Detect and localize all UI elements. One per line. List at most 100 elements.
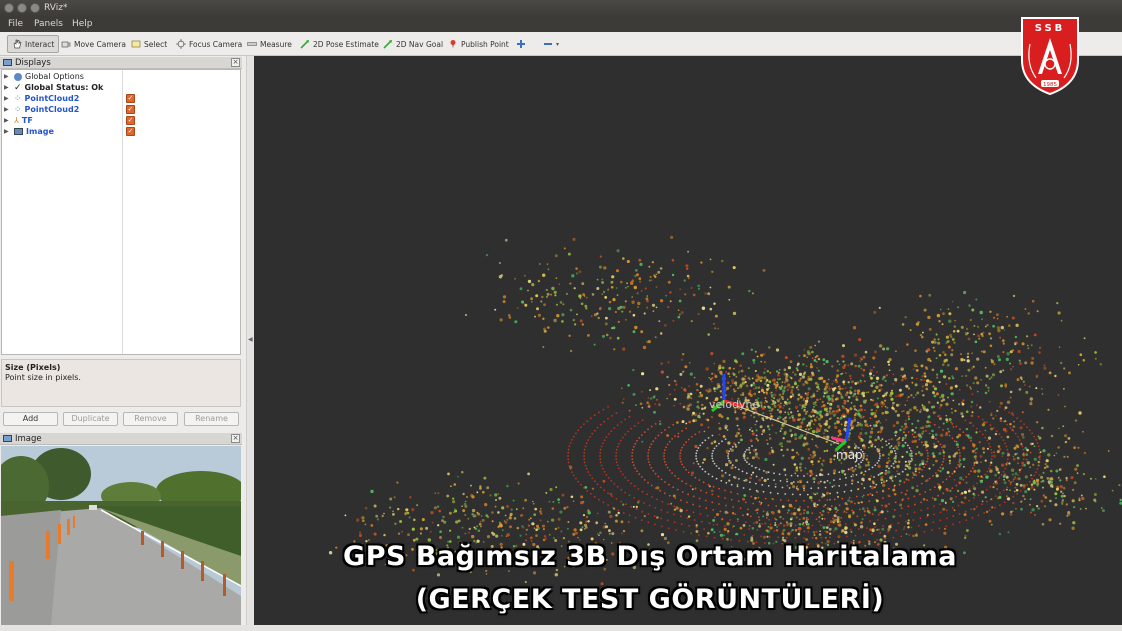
cloud-point — [778, 398, 781, 400]
image-close-button[interactable]: × — [231, 434, 240, 443]
displays-close-button[interactable]: × — [231, 58, 240, 67]
tree-item-pointcloud2-2[interactable]: ▶ ⁘ PointCloud2 — [4, 104, 79, 115]
expand-arrow-icon[interactable]: ▶ — [4, 128, 11, 135]
cloud-point — [575, 531, 578, 535]
cloud-point — [954, 319, 956, 322]
duplicate-display-button[interactable]: Duplicate — [63, 412, 118, 426]
add-display-button[interactable]: Add — [3, 412, 58, 426]
cloud-point — [909, 408, 912, 412]
lidar-ring-point — [762, 510, 765, 513]
cloud-point — [653, 410, 656, 414]
remove-tool-button[interactable]: ▾ — [541, 35, 561, 53]
lidar-ring-point — [920, 408, 922, 411]
cloud-point — [1037, 435, 1040, 438]
tree-item-global-status[interactable]: ▶ ✓ Global Status: Ok — [4, 82, 103, 93]
cloud-point — [480, 515, 483, 517]
close-window-button[interactable] — [4, 3, 14, 13]
cloud-point — [658, 320, 661, 322]
tree-item-global-options[interactable]: ▶ Global Options — [4, 71, 84, 82]
select-tool-button[interactable]: Select — [129, 35, 169, 53]
cloud-point — [462, 509, 466, 513]
cloud-point — [1006, 435, 1010, 439]
cloud-point — [938, 414, 941, 417]
lidar-ring-point — [838, 504, 841, 507]
cloud-point — [883, 534, 887, 538]
cloud-point — [928, 467, 931, 470]
lidar-ring-point — [864, 470, 867, 473]
nav-goal-tool-button[interactable]: 2D Nav Goal — [381, 35, 445, 53]
expand-arrow-icon[interactable]: ▶ — [4, 73, 11, 80]
interact-tool-button[interactable]: Interact — [7, 35, 60, 53]
tree-item-image[interactable]: ▶ Image — [4, 126, 54, 137]
menu-help[interactable]: Help — [72, 19, 93, 29]
cloud-point — [728, 479, 731, 482]
cloud-point — [569, 308, 573, 312]
cloud-point — [821, 400, 824, 404]
lidar-ring-point — [933, 513, 935, 516]
cloud-point — [554, 254, 558, 258]
cloud-point — [859, 432, 863, 436]
cloud-point — [602, 334, 605, 338]
cloud-point — [1063, 367, 1066, 370]
cloud-point — [806, 410, 809, 413]
add-tool-button[interactable] — [514, 35, 528, 53]
lidar-ring-point — [743, 457, 746, 459]
image-checkbox[interactable]: ✓ — [126, 127, 135, 136]
pointcloud2-1-checkbox[interactable]: ✓ — [126, 94, 135, 103]
cloud-point — [840, 394, 842, 396]
tree-item-pointcloud2-1[interactable]: ▶ ⁘ PointCloud2 — [4, 93, 79, 104]
tf-checkbox[interactable]: ✓ — [126, 116, 135, 125]
focus-camera-tool-button[interactable]: Focus Camera — [174, 35, 244, 53]
cloud-point — [500, 534, 503, 537]
lidar-ring-point — [616, 445, 619, 448]
cloud-point — [791, 528, 794, 532]
cloud-point — [844, 530, 848, 535]
cloud-point — [911, 471, 915, 474]
3d-view[interactable]: velodyne map — [254, 56, 1122, 625]
menu-file[interactable]: File — [8, 19, 23, 29]
cloud-point — [768, 380, 772, 384]
cloud-point — [894, 484, 896, 487]
lidar-ring-point — [943, 455, 945, 457]
collapse-arrow-icon[interactable]: ◀ — [248, 336, 253, 343]
cloud-point — [1026, 344, 1029, 347]
measure-tool-button[interactable]: Measure — [245, 35, 294, 53]
expand-arrow-icon[interactable]: ▶ — [4, 95, 11, 102]
tree-item-tf[interactable]: ▶ ⅄ TF — [4, 115, 33, 126]
cloud-point — [1024, 361, 1028, 365]
cloud-point — [464, 532, 467, 535]
cloud-point — [957, 306, 959, 309]
cloud-point — [1082, 473, 1085, 476]
cloud-point — [822, 404, 826, 408]
move-camera-tool-button[interactable]: Move Camera — [59, 35, 128, 53]
lidar-ring-point — [958, 449, 960, 451]
menu-panels[interactable]: Panels — [34, 19, 63, 29]
cloud-point — [919, 452, 924, 457]
cloud-point — [456, 535, 461, 539]
minimize-window-button[interactable] — [17, 3, 27, 13]
cloud-point — [997, 497, 1000, 500]
lidar-ring-point — [876, 491, 878, 494]
expand-arrow-icon[interactable]: ▶ — [4, 84, 11, 91]
cloud-point — [499, 318, 503, 322]
maximize-window-button[interactable] — [30, 3, 40, 13]
cloud-point — [610, 280, 614, 284]
cloud-point — [569, 282, 572, 285]
cloud-point — [923, 308, 927, 312]
cloud-point — [939, 396, 942, 399]
cloud-point — [818, 533, 822, 536]
cloud-point — [1009, 423, 1012, 426]
expand-arrow-icon[interactable]: ▶ — [4, 106, 11, 113]
lidar-ring-point — [660, 517, 662, 520]
pose-estimate-tool-button[interactable]: 2D Pose Estimate — [298, 35, 381, 53]
cloud-point — [969, 436, 973, 440]
lidar-ring-point — [798, 530, 801, 533]
publish-point-tool-button[interactable]: Publish Point — [446, 35, 511, 53]
rename-display-button[interactable]: Rename — [184, 412, 239, 426]
cloud-point — [990, 413, 993, 417]
remove-display-button[interactable]: Remove — [123, 412, 178, 426]
cloud-point — [847, 396, 851, 399]
pointcloud2-2-checkbox[interactable]: ✓ — [126, 105, 135, 114]
cloud-point — [578, 270, 582, 274]
expand-arrow-icon[interactable]: ▶ — [4, 117, 11, 124]
